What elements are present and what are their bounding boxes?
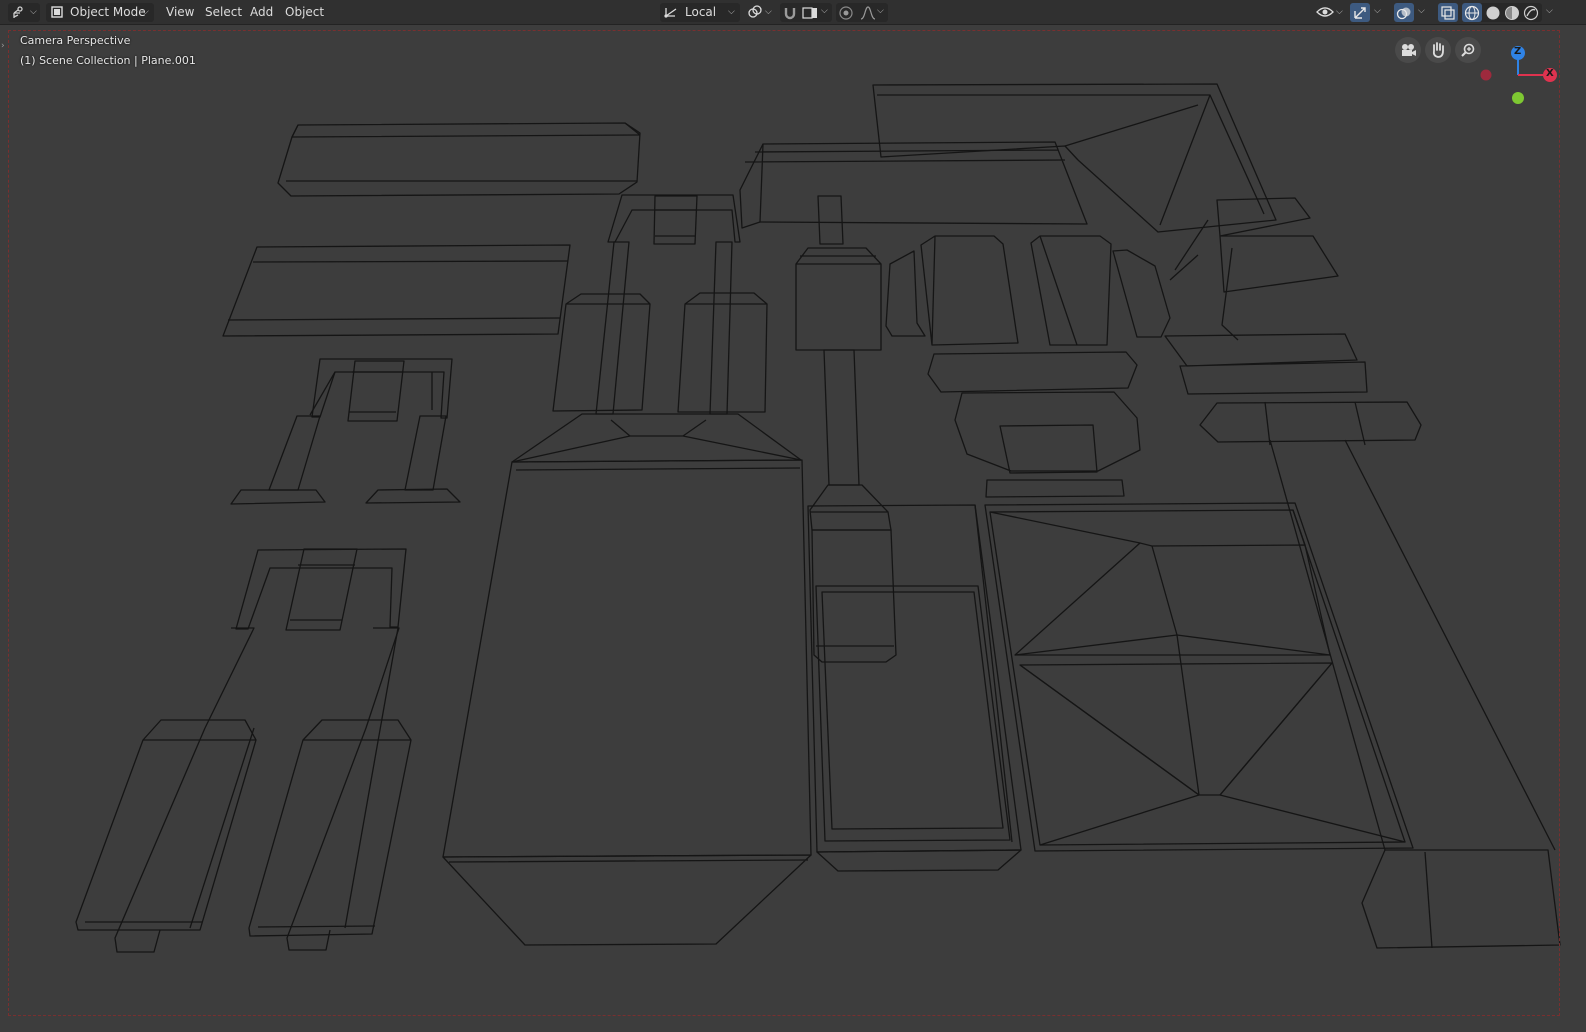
chevron-down-icon[interactable]: ⌵	[1418, 6, 1425, 16]
chevron-down-icon: ⌵	[1336, 7, 1343, 17]
wireframe-scene	[75, 83, 1561, 953]
wire-mesh-y-body	[442, 194, 812, 946]
pivot-point-icon	[748, 5, 762, 18]
viewport-header: ⌵ Object Mode ⌵ View Select Add Object L…	[0, 0, 1586, 25]
toolbar-expand-icon[interactable]: ›	[1, 41, 5, 51]
wire-mesh-l-bracket	[739, 83, 1277, 233]
transform-orientation-selector[interactable]: Local ⌵	[660, 3, 740, 22]
wire-mesh-slab	[222, 244, 571, 337]
gizmo-z-label: Z	[1514, 46, 1522, 57]
material-preview-icon[interactable]	[1504, 5, 1520, 21]
object-mode-icon	[51, 6, 63, 18]
chevron-down-icon[interactable]: ⌵	[1374, 6, 1381, 16]
menu-select[interactable]: Select	[200, 3, 247, 22]
chevron-down-icon[interactable]: ⌵	[1546, 6, 1553, 16]
gizmo-x-label: X	[1546, 68, 1554, 79]
transform-orientation-icon	[664, 8, 677, 18]
wireframe-shading-icon	[1464, 5, 1480, 21]
mode-label: Object Mode	[70, 5, 146, 19]
menu-object[interactable]: Object	[280, 3, 329, 22]
wire-mesh-clips	[885, 235, 1171, 498]
menu-view[interactable]: View	[161, 3, 199, 22]
negative-x-axis-handle	[1480, 69, 1492, 81]
editor-type-icon	[13, 6, 23, 18]
snap-magnet-icon[interactable]	[782, 5, 798, 21]
editor-type-selector[interactable]: ⌵	[8, 3, 40, 22]
proportional-editing-icon[interactable]	[838, 5, 854, 21]
xray-toggle-icon	[1441, 6, 1455, 20]
y-axis-handle	[1512, 92, 1524, 104]
wire-mesh-bar-top-left	[277, 122, 641, 197]
chevron-down-icon: ⌵	[142, 7, 149, 17]
camera-view-icon	[1402, 44, 1416, 56]
pan-hand-icon	[1432, 42, 1444, 58]
snap-target-icon[interactable]	[802, 5, 820, 21]
chevron-down-icon[interactable]: ⌵	[821, 6, 828, 16]
zoom-icon	[1461, 43, 1475, 57]
wire-mesh-pyramid	[984, 502, 1414, 852]
rendered-shading-icon[interactable]	[1523, 5, 1539, 21]
transform-orientation-label: Local	[685, 5, 717, 19]
pivot-point-selector[interactable]: ⌵	[746, 3, 774, 22]
wire-mesh-tray	[807, 504, 1022, 872]
chevron-down-icon: ⌵	[765, 7, 772, 17]
wire-mesh-h-frame-small	[230, 358, 461, 505]
wire-mesh-h-frame-large	[75, 548, 412, 953]
mode-selector[interactable]: Object Mode ⌵	[46, 3, 154, 22]
pan-view-button[interactable]	[1425, 37, 1451, 63]
view-name: Camera Perspective	[20, 34, 131, 47]
object-visibility-icon	[1316, 7, 1334, 17]
chevron-down-icon[interactable]: ⌵	[877, 6, 884, 16]
collection-info: (1) Scene Collection | Plane.001	[20, 54, 196, 67]
chevron-down-icon: ⌵	[728, 7, 735, 17]
wire-mesh-right-pieces	[1164, 197, 1561, 949]
solid-shading-icon[interactable]	[1485, 5, 1501, 21]
object-visibility-selector[interactable]: ⌵	[1314, 3, 1346, 22]
camera-view-button[interactable]	[1395, 37, 1421, 63]
falloff-curve-icon[interactable]	[860, 5, 876, 21]
3d-viewport[interactable]: › Camera Perspective (1) Scene Collectio…	[0, 25, 1586, 1032]
chevron-down-icon: ⌵	[30, 7, 37, 17]
overlays-icon	[1396, 7, 1411, 20]
menu-add[interactable]: Add	[245, 3, 278, 22]
gizmo-toggle-icon	[1354, 7, 1366, 19]
